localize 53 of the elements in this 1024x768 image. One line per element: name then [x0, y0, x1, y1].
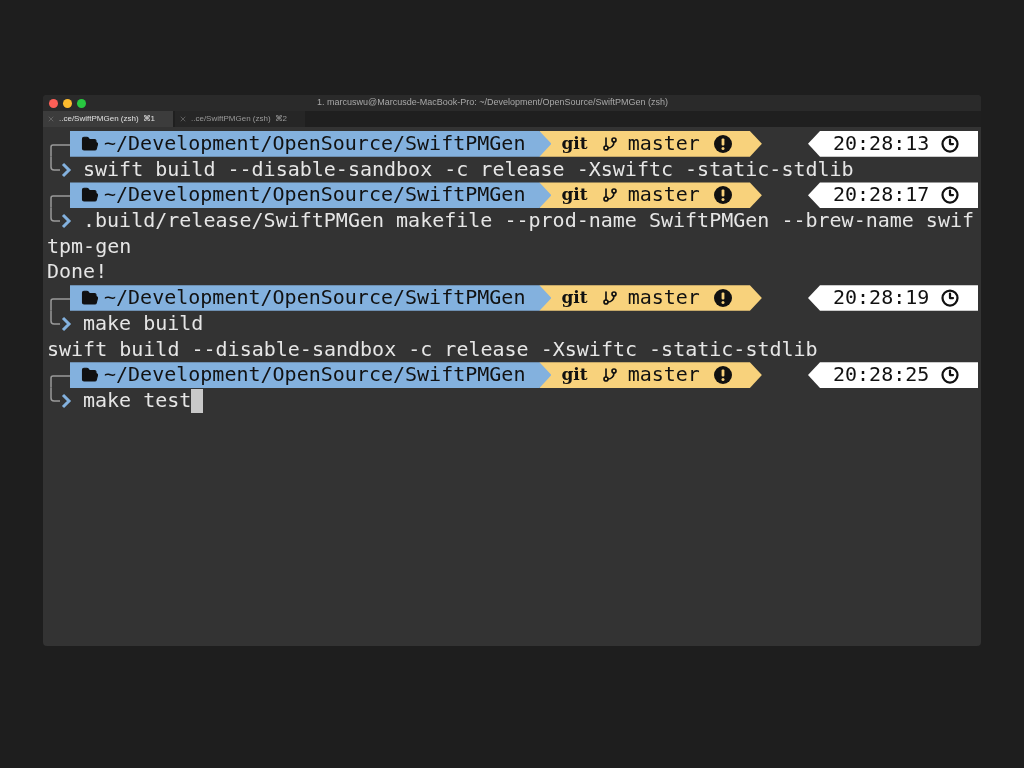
- folder-icon: [80, 288, 100, 307]
- window-title: 1. marcuswu@Marcusde-MacBook-Pro: ~/Development/OpenSource/SwiftPMGen (zsh): [317, 96, 669, 110]
- clock-icon: [941, 366, 960, 385]
- output-text: Done!: [47, 259, 108, 286]
- tab-shortcut: ⌘2: [274, 113, 288, 125]
- branch-icon: [601, 366, 618, 385]
- tab-label: ..ce/SwiftPMGen (zsh): [191, 113, 271, 125]
- command-text: .build/release/SwiftPMGen makefile --prod-name SwiftPMGen --brew-name swif: [83, 208, 975, 234]
- path-text: ~/Development/OpenSource/SwiftPMGen: [104, 131, 526, 157]
- tab-label: ..ce/SwiftPMGen (zsh): [59, 113, 139, 125]
- path-text: ~/Development/OpenSource/SwiftPMGen: [104, 182, 526, 209]
- zoom-button[interactable]: [77, 98, 86, 108]
- minimize-button[interactable]: [63, 98, 72, 108]
- output-text: tpm-gen: [47, 233, 132, 260]
- folder-icon: [80, 186, 100, 205]
- branch-name: master: [627, 182, 700, 209]
- command-text: swift build --disable-sandbox -c release -Xswiftc -static-stdlib: [83, 156, 854, 183]
- branch-icon: [601, 134, 618, 153]
- path-text: ~/Development/OpenSource/SwiftPMGen: [104, 285, 526, 311]
- time-text: 20:28:19: [833, 285, 930, 311]
- close-button[interactable]: [49, 98, 58, 108]
- alert-icon: [713, 186, 732, 205]
- branch-name: master: [627, 285, 700, 311]
- branch-name: master: [627, 362, 700, 388]
- connector-line: [50, 375, 70, 388]
- vcs-label: git: [561, 183, 588, 207]
- command-text: make build: [83, 310, 204, 337]
- connector-line: [50, 298, 70, 311]
- clock-icon: [941, 288, 960, 307]
- folder-icon: [80, 366, 100, 385]
- time-text: 20:28:17: [833, 182, 930, 209]
- tab-shortcut: ⌘1: [142, 113, 156, 125]
- path-text: ~/Development/OpenSource/SwiftPMGen: [104, 362, 526, 388]
- branch-icon: [601, 186, 618, 205]
- vcs-label: git: [561, 286, 588, 310]
- branch-name: master: [627, 131, 700, 157]
- folder-icon: [80, 134, 100, 153]
- alert-icon: [713, 366, 732, 385]
- clock-icon: [941, 134, 960, 153]
- vcs-label: git: [561, 363, 588, 387]
- connector-line: [50, 144, 70, 157]
- output-text: swift build --disable-sandbox -c release -Xswiftc -static-stdlib: [47, 336, 818, 363]
- branch-icon: [601, 288, 618, 307]
- tab[interactable]: ..ce/SwiftPMGen (zsh) ⌘2: [175, 111, 305, 127]
- command-text: make test: [83, 387, 192, 414]
- alert-icon: [713, 288, 732, 307]
- time-text: 20:28:25: [833, 362, 930, 388]
- alert-icon: [713, 134, 732, 153]
- tab[interactable]: ..ce/SwiftPMGen (zsh) ⌘1: [43, 111, 173, 127]
- time-text: 20:28:13: [833, 131, 930, 157]
- vcs-label: git: [561, 132, 588, 155]
- clock-icon: [941, 186, 960, 205]
- connector-line: [50, 195, 70, 209]
